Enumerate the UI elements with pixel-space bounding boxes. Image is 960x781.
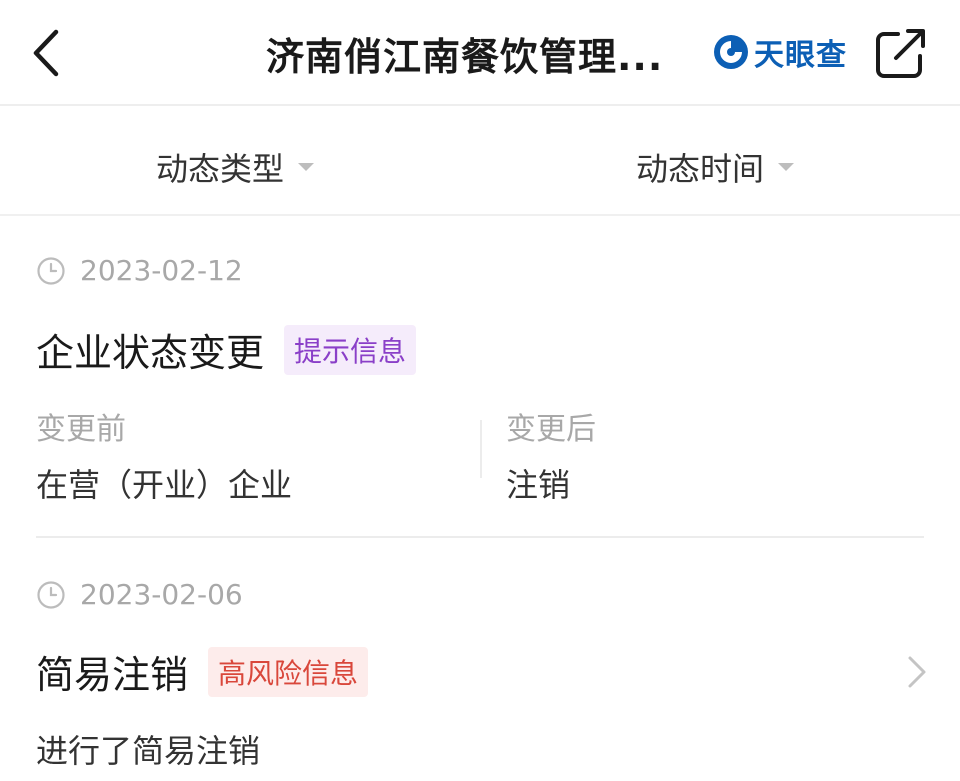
filter-bar: 动态类型 动态时间 [0, 108, 960, 216]
top-nav-bar: 济南俏江南餐饮管理... 天眼查 [0, 0, 960, 106]
column-divider [480, 420, 482, 478]
filter-event-type-label: 动态类型 [156, 150, 285, 188]
event-date: 2023-02-12 [80, 254, 243, 287]
brand-name: 天眼查 [754, 38, 847, 73]
share-button[interactable] [872, 26, 930, 82]
event-description: 进行了简易注销 [36, 732, 261, 770]
back-arrow-icon [33, 29, 59, 77]
filter-event-time-label: 动态时间 [636, 150, 765, 188]
before-label: 变更前 [36, 412, 126, 447]
caret-down-icon [298, 163, 315, 171]
page-title: 济南俏江南餐饮管理... [266, 35, 664, 79]
filter-event-time[interactable]: 动态时间 [636, 144, 795, 190]
share-icon [876, 29, 925, 78]
brand-logo: 天眼查 [712, 30, 847, 74]
event-title: 企业状态变更 [36, 331, 265, 375]
caret-down-icon [778, 163, 795, 171]
chevron-right-icon[interactable] [902, 652, 932, 692]
event-title-row: 企业状态变更 提示信息 [36, 322, 417, 377]
before-value: 在营（开业）企业 [36, 466, 293, 504]
event-date: 2023-02-06 [80, 578, 243, 611]
event-date-row: 2023-02-12 [36, 254, 243, 287]
event-title-row: 简易注销 高风险信息 [36, 644, 369, 699]
clock-icon [37, 580, 65, 609]
clock-icon [37, 256, 65, 285]
risk-tag: 高风险信息 [208, 646, 369, 697]
info-tag: 提示信息 [284, 324, 417, 375]
tianyancha-logo-icon [714, 35, 748, 69]
item-divider [36, 536, 924, 538]
back-button[interactable] [26, 24, 70, 82]
filter-event-type[interactable]: 动态类型 [156, 144, 315, 190]
event-title: 简易注销 [36, 653, 189, 697]
event-date-row: 2023-02-06 [36, 578, 243, 611]
after-value: 注销 [506, 466, 571, 504]
after-label: 变更后 [506, 412, 596, 447]
